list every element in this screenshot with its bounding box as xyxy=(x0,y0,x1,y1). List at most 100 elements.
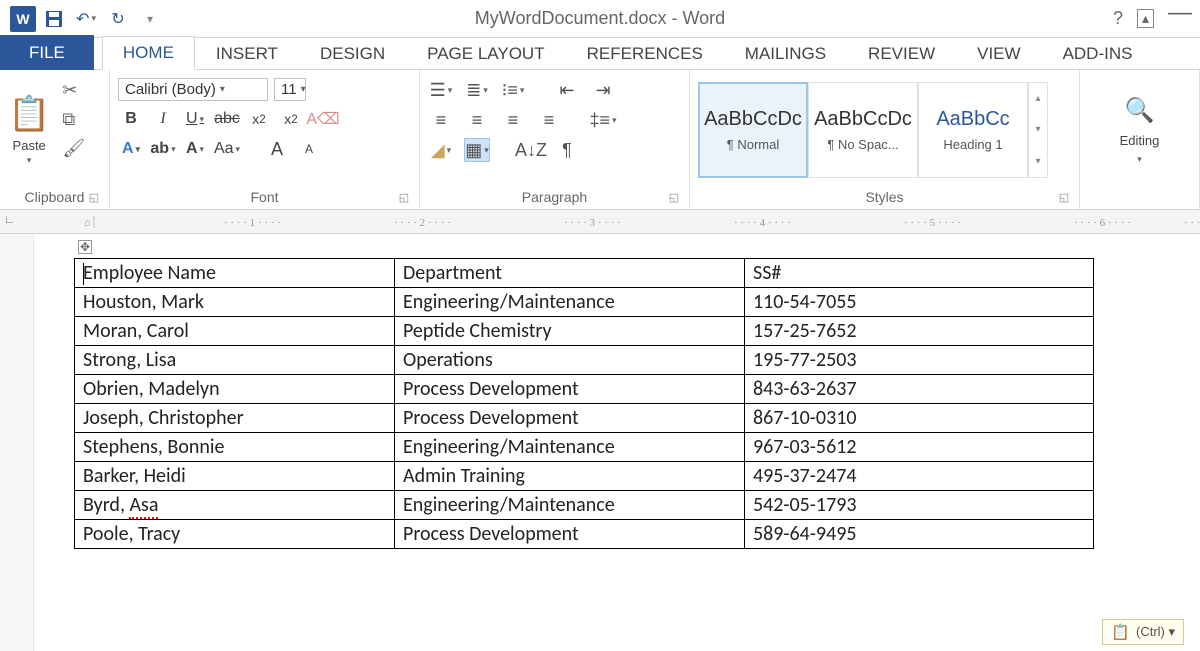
italic-button[interactable]: I xyxy=(150,107,176,131)
table-cell[interactable]: Barker, Heidi xyxy=(75,462,395,491)
tab-home[interactable]: HOME xyxy=(102,36,195,70)
table-cell[interactable]: 157-25-7652 xyxy=(745,317,1094,346)
table-move-handle-icon[interactable]: ✥ xyxy=(78,240,92,254)
grow-font-button[interactable]: A xyxy=(264,137,290,161)
table-header-cell[interactable]: Employee Name xyxy=(75,259,395,288)
font-launcher-icon[interactable]: ◱ xyxy=(397,191,411,205)
table-cell[interactable]: Engineering/Maintenance xyxy=(395,288,745,317)
superscript-button[interactable]: x2 xyxy=(278,107,304,131)
shading-button[interactable]: ◢ xyxy=(428,138,454,162)
strikethrough-button[interactable]: abc xyxy=(214,107,240,131)
help-icon[interactable]: ? xyxy=(1113,8,1123,29)
tab-file[interactable]: FILE xyxy=(0,35,94,70)
table-row[interactable]: Stephens, BonnieEngineering/Maintenance9… xyxy=(75,433,1094,462)
subscript-button[interactable]: x2 xyxy=(246,107,272,131)
font-name-combo[interactable]: Calibri (Body)▾ xyxy=(118,78,268,101)
employee-table[interactable]: Employee NameDepartmentSS#Houston, MarkE… xyxy=(74,258,1094,549)
justify-button[interactable]: ≡ xyxy=(536,108,562,132)
table-cell[interactable]: Process Development xyxy=(395,404,745,433)
table-cell[interactable]: 542-05-1793 xyxy=(745,491,1094,520)
find-icon[interactable]: 🔍 xyxy=(1125,96,1155,125)
table-cell[interactable]: Stephens, Bonnie xyxy=(75,433,395,462)
highlight-button[interactable]: ab xyxy=(150,137,176,161)
style-heading-1[interactable]: AaBbCc Heading 1 xyxy=(918,82,1028,178)
table-cell[interactable]: 589-64-9495 xyxy=(745,520,1094,549)
table-cell[interactable]: Obrien, Madelyn xyxy=(75,375,395,404)
table-cell[interactable]: Byrd, Asa xyxy=(75,491,395,520)
underline-button[interactable]: U xyxy=(182,107,208,131)
table-cell[interactable]: Process Development xyxy=(395,375,745,404)
tab-mailings[interactable]: MAILINGS xyxy=(724,37,847,70)
table-row[interactable]: Moran, CarolPeptide Chemistry157-25-7652 xyxy=(75,317,1094,346)
clipboard-launcher-icon[interactable]: ◱ xyxy=(87,191,101,205)
save-icon[interactable] xyxy=(40,6,68,32)
tab-add-ins[interactable]: ADD-INS xyxy=(1042,37,1154,70)
multilevel-list-button[interactable]: ⁝≡ xyxy=(500,78,526,102)
decrease-indent-button[interactable]: ⇤ xyxy=(554,78,580,102)
horizontal-ruler[interactable]: ∟ ⌂ · · · · 1 · · · · · · · · 2 · · · · … xyxy=(0,210,1200,234)
vertical-ruler[interactable] xyxy=(0,234,34,651)
align-left-button[interactable]: ≡ xyxy=(428,108,454,132)
styles-gallery[interactable]: AaBbCcDc ¶ Normal AaBbCcDc ¶ No Spac... … xyxy=(698,74,1048,186)
styles-scroll[interactable]: ▴▾▾ xyxy=(1028,82,1048,178)
table-row[interactable]: Strong, LisaOperations195-77-2503 xyxy=(75,346,1094,375)
numbering-button[interactable]: ≣ xyxy=(464,78,490,102)
minimize-icon[interactable]: — xyxy=(1168,0,1192,27)
align-right-button[interactable]: ≡ xyxy=(500,108,526,132)
table-cell[interactable]: Process Development xyxy=(395,520,745,549)
table-cell[interactable]: 110-54-7055 xyxy=(745,288,1094,317)
font-size-combo[interactable]: 11▾ xyxy=(274,78,306,101)
shrink-font-button[interactable]: A xyxy=(296,137,322,161)
tab-references[interactable]: REFERENCES xyxy=(566,37,724,70)
table-header-cell[interactable]: Department xyxy=(395,259,745,288)
tab-design[interactable]: DESIGN xyxy=(299,37,406,70)
style-normal[interactable]: AaBbCcDc ¶ Normal xyxy=(698,82,808,178)
table-cell[interactable]: Moran, Carol xyxy=(75,317,395,346)
sort-button[interactable]: A↓Z xyxy=(518,138,544,162)
paste-options-popup[interactable]: 📋 (Ctrl) ▾ xyxy=(1102,619,1184,645)
copy-icon[interactable]: ⧉ xyxy=(62,109,85,130)
table-cell[interactable]: 195-77-2503 xyxy=(745,346,1094,375)
table-cell[interactable]: Poole, Tracy xyxy=(75,520,395,549)
change-case-button[interactable]: Aa xyxy=(214,137,240,161)
table-cell[interactable]: Peptide Chemistry xyxy=(395,317,745,346)
show-paragraph-marks-button[interactable]: ¶ xyxy=(554,138,580,162)
table-cell[interactable]: Admin Training xyxy=(395,462,745,491)
paste-button[interactable]: 📋 Paste ▾ xyxy=(8,74,50,186)
document-page[interactable]: ✥ Employee NameDepartmentSS#Houston, Mar… xyxy=(34,234,1200,651)
table-cell[interactable]: Houston, Mark xyxy=(75,288,395,317)
table-cell[interactable]: Operations xyxy=(395,346,745,375)
line-spacing-button[interactable]: ‡≡ xyxy=(590,108,616,132)
table-row[interactable]: Joseph, ChristopherProcess Development86… xyxy=(75,404,1094,433)
bullets-button[interactable]: ☰ xyxy=(428,78,454,102)
bold-button[interactable]: B xyxy=(118,107,144,131)
table-cell[interactable]: 495-37-2474 xyxy=(745,462,1094,491)
font-color-button[interactable]: A xyxy=(182,137,208,161)
tab-page-layout[interactable]: PAGE LAYOUT xyxy=(406,37,565,70)
paragraph-launcher-icon[interactable]: ◱ xyxy=(667,191,681,205)
borders-button[interactable]: ▦ xyxy=(464,138,490,162)
align-center-button[interactable]: ≡ xyxy=(464,108,490,132)
table-cell[interactable]: Strong, Lisa xyxy=(75,346,395,375)
clear-formatting-icon[interactable]: A⌫ xyxy=(310,107,336,131)
table-cell[interactable]: 843-63-2637 xyxy=(745,375,1094,404)
table-row[interactable]: Houston, MarkEngineering/Maintenance110-… xyxy=(75,288,1094,317)
format-painter-icon[interactable]: 🖌 xyxy=(62,138,85,159)
tab-review[interactable]: REVIEW xyxy=(847,37,956,70)
table-row[interactable]: Byrd, AsaEngineering/Maintenance542-05-1… xyxy=(75,491,1094,520)
ribbon-display-icon[interactable]: ▴ xyxy=(1137,9,1154,28)
table-cell[interactable]: Engineering/Maintenance xyxy=(395,433,745,462)
tab-view[interactable]: VIEW xyxy=(956,37,1041,70)
table-cell[interactable]: 867-10-0310 xyxy=(745,404,1094,433)
table-header-cell[interactable]: SS# xyxy=(745,259,1094,288)
text-effects-button[interactable]: A xyxy=(118,137,144,161)
table-row[interactable]: Obrien, MadelynProcess Development843-63… xyxy=(75,375,1094,404)
table-row[interactable]: Poole, TracyProcess Development589-64-94… xyxy=(75,520,1094,549)
style-no-spacing[interactable]: AaBbCcDc ¶ No Spac... xyxy=(808,82,918,178)
table-row[interactable]: Barker, HeidiAdmin Training495-37-2474 xyxy=(75,462,1094,491)
table-cell[interactable]: Joseph, Christopher xyxy=(75,404,395,433)
cut-icon[interactable]: ✂ xyxy=(62,80,85,101)
styles-launcher-icon[interactable]: ◱ xyxy=(1057,191,1071,205)
increase-indent-button[interactable]: ⇥ xyxy=(590,78,616,102)
table-cell[interactable]: 967-03-5612 xyxy=(745,433,1094,462)
